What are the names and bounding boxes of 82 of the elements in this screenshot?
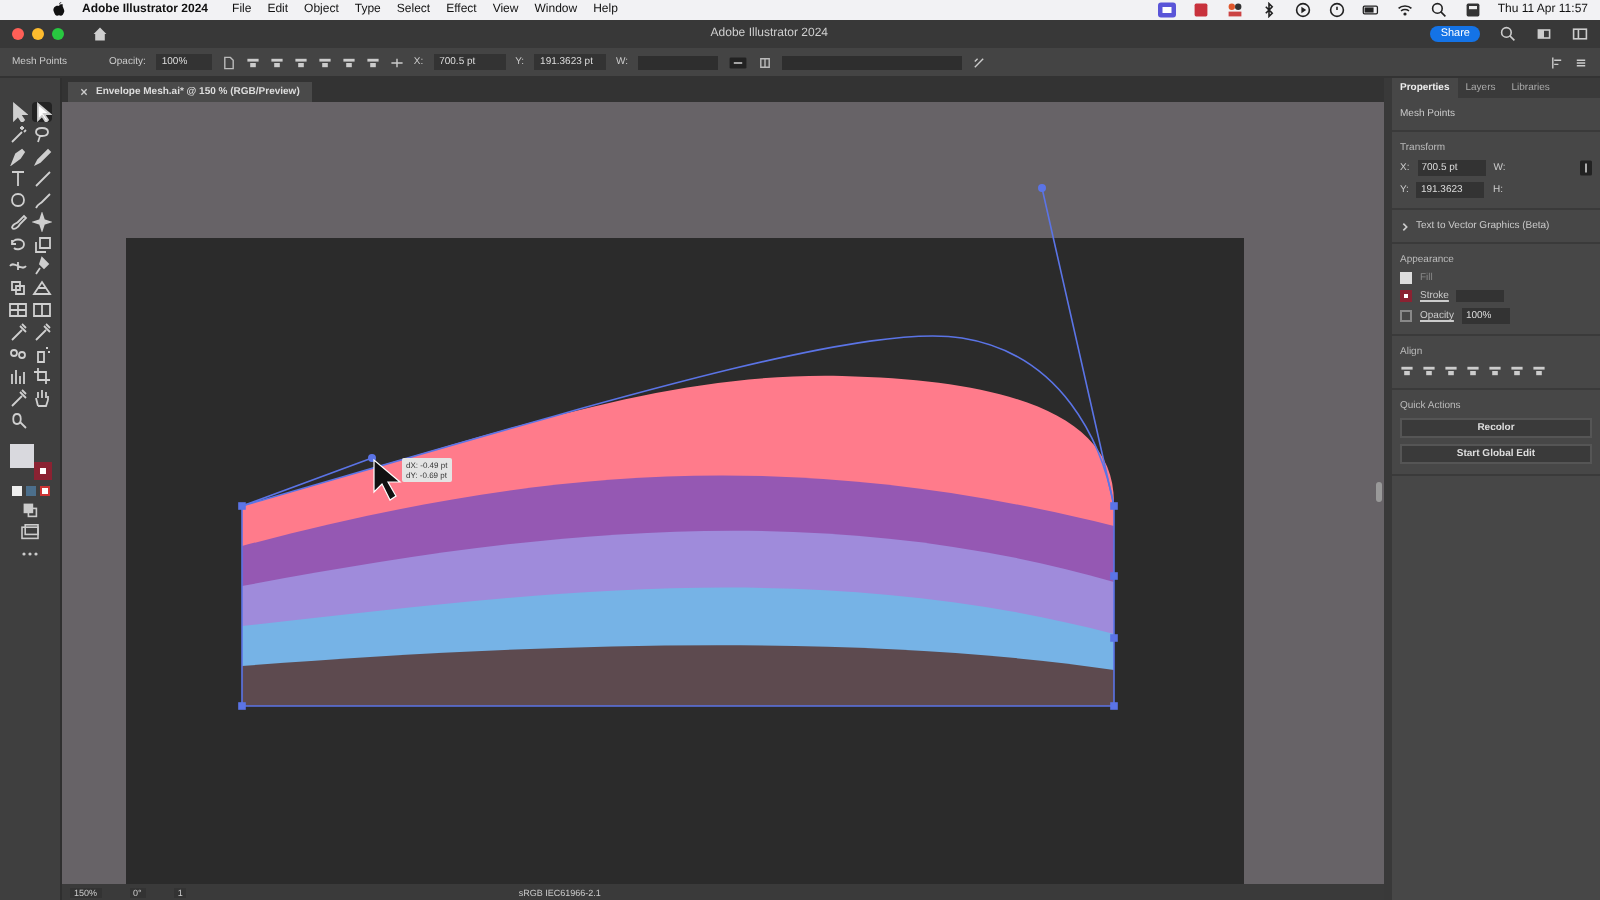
align-icon[interactable] [1466,364,1480,378]
align-icon[interactable] [1444,364,1458,378]
shape-tool[interactable] [32,212,52,232]
screen-icon[interactable] [1157,2,1176,18]
document-icon[interactable] [221,55,236,69]
align-icon[interactable] [1488,364,1502,378]
hand-tool[interactable] [32,388,52,408]
align-icon[interactable] [341,55,356,69]
align-icon[interactable] [365,55,380,69]
square-icon[interactable] [1191,2,1210,18]
stroke-swatch[interactable] [34,462,52,480]
brush-tool[interactable] [32,190,52,210]
align-icon[interactable] [269,55,284,69]
grid-icon[interactable] [758,55,773,69]
bar-graph-tool[interactable] [8,366,28,386]
none-mode-icon[interactable] [39,486,49,496]
cursor-icon [373,458,402,501]
play-icon[interactable] [1293,2,1312,18]
close-button[interactable] [12,28,24,40]
panel-icon[interactable] [1572,26,1588,42]
align-icon[interactable] [317,55,332,69]
spray-tool[interactable] [32,344,52,364]
people-icon[interactable] [1225,2,1244,18]
minimize-button[interactable] [32,28,44,40]
eyedropper-tool[interactable] [8,388,28,408]
gradient-tool[interactable] [32,300,52,320]
arrow-tool[interactable] [32,102,52,122]
width-tool[interactable] [8,256,28,276]
menu-icon[interactable] [1574,55,1588,69]
home-icon[interactable] [92,26,108,42]
shape-builder-tool[interactable] [8,278,28,298]
color-mode-icon[interactable] [11,486,21,496]
rotate-tool[interactable] [8,234,28,254]
arrow-tool[interactable] [8,102,28,122]
wifi-icon[interactable] [1395,2,1414,18]
control-center-icon[interactable] [1463,2,1482,18]
artboard-tool[interactable] [32,366,52,386]
align-icon[interactable] [1532,364,1546,378]
align-icon[interactable] [1422,364,1436,378]
link-icon[interactable] [1580,160,1592,176]
pin-tool[interactable] [32,256,52,276]
align-icon[interactable] [1400,364,1414,378]
workspace-icon[interactable] [1536,26,1552,42]
align-icon[interactable] [293,55,308,69]
screen-mode-icon[interactable] [20,524,40,540]
eyedropper-tool[interactable] [8,322,28,342]
stroke-swatch[interactable] [1400,290,1412,302]
align-icon[interactable] [245,55,260,69]
scrollbar[interactable] [1376,482,1382,502]
bluetooth-icon[interactable] [1259,2,1278,18]
clock-icon[interactable] [1327,2,1346,18]
apple-icon[interactable] [52,2,66,18]
battery-icon[interactable] [1361,2,1380,18]
pencil-tool[interactable] [32,146,52,166]
eyedropper-tool[interactable] [32,322,52,342]
opacity-swatch[interactable] [1400,310,1412,322]
ellipse-tool[interactable] [8,190,28,210]
search-icon[interactable] [1429,2,1448,18]
brush-tool[interactable] [8,212,28,232]
lasso-tool[interactable] [32,124,52,144]
align-icon[interactable] [1550,55,1564,69]
type-tool[interactable] [8,168,28,188]
align-icon[interactable] [1510,364,1524,378]
mesh-tool[interactable] [8,300,28,320]
reference-point-icon[interactable] [389,55,404,69]
scale-tool[interactable] [32,234,52,254]
search-tool[interactable] [8,410,28,430]
recolor-icon[interactable] [972,55,987,69]
line-tool[interactable] [32,168,52,188]
fill-swatch[interactable] [1400,272,1412,284]
fill-swatch[interactable] [10,444,34,468]
close-icon[interactable] [80,88,88,96]
wand-tool[interactable] [8,124,28,144]
draw-mode-icon[interactable] [20,502,40,518]
perspective-tool[interactable] [32,278,52,298]
search-icon[interactable] [1500,26,1516,42]
chevron-icon[interactable] [1400,221,1410,231]
mesh-selection-drawing[interactable] [238,184,1118,710]
blend-tool[interactable] [8,344,28,364]
pen-tool[interactable] [8,146,28,166]
link-icon[interactable] [728,55,749,69]
zoom-button[interactable] [52,28,64,40]
